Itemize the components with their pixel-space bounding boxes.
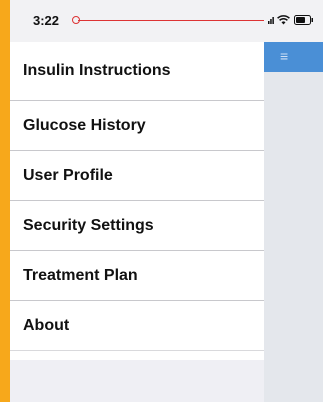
side-menu-drawer: Insulin Instructions Glucose History Use…: [10, 42, 264, 360]
menu-item-label: Security Settings: [23, 216, 154, 234]
status-time: 3:22: [33, 13, 60, 28]
status-icons: [264, 12, 323, 28]
background-status-bar: [264, 0, 323, 42]
signal-icon: [268, 17, 274, 24]
menu-item-label: Insulin Instructions: [23, 62, 171, 79]
hamburger-icon[interactable]: ≡: [280, 49, 288, 63]
menu-item-glucose-history[interactable]: Glucose History: [10, 101, 264, 151]
phone-screen: 3:22 ≡ Insulin Instructions Glucose Hist…: [10, 0, 323, 402]
menu-item-label: User Profile: [23, 166, 113, 184]
menu-item-user-profile[interactable]: User Profile: [10, 151, 264, 201]
battery-icon: [294, 15, 313, 25]
wifi-icon: [277, 15, 290, 25]
background-header: ≡: [264, 42, 323, 72]
menu-item-about[interactable]: About: [10, 301, 264, 351]
menu-item-label: About: [23, 316, 70, 334]
menu-item-security-settings[interactable]: Security Settings: [10, 201, 264, 251]
background-app: ≡: [264, 0, 323, 402]
menu-item-insulin-instructions[interactable]: Insulin Instructions: [10, 42, 264, 101]
menu-item-label: Glucose History: [23, 116, 146, 134]
menu-item-treatment-plan[interactable]: Treatment Plan: [10, 251, 264, 301]
menu-item-label: Treatment Plan: [23, 266, 138, 284]
